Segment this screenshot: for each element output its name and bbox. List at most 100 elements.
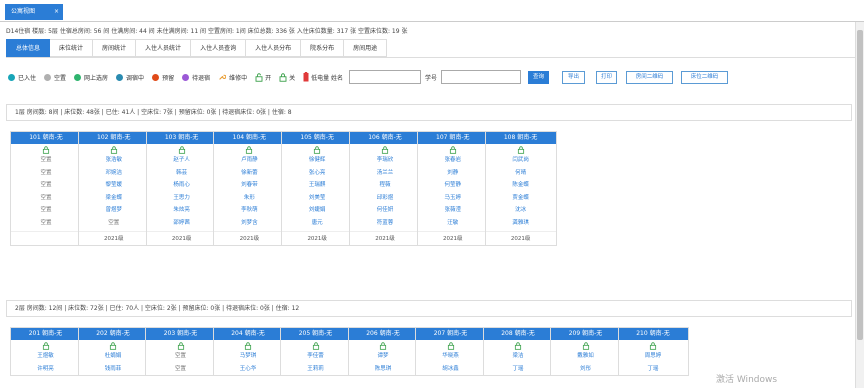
tab-room-usage[interactable]: 房间用途 — [344, 39, 388, 57]
bed-slot[interactable]: 杜娟娟 — [79, 350, 148, 363]
room-name[interactable]: 210 朝南-无 — [618, 328, 688, 340]
bed-slot[interactable]: 曾煜梦 — [79, 204, 149, 217]
room-name[interactable]: 202 朝南-无 — [78, 328, 148, 340]
tab-resident-distribution[interactable]: 入住人员分布 — [246, 39, 302, 57]
bed-slot[interactable]: 王煜敏 — [11, 350, 80, 363]
bed-slot[interactable]: 唐元 — [282, 217, 352, 230]
bed-slot[interactable]: 王心华 — [214, 363, 283, 376]
bed-slot[interactable]: 李秋萌 — [214, 204, 284, 217]
room-card[interactable]: 104 朝南-无 卢雨静 徐新蕾 刘春带 朱形 李秋萌 刘梦含 2021级 — [213, 131, 286, 246]
room-card[interactable]: 102 朝南-无 张浩敏 邓婉洁 黎莹媛 梁金蝶 曾煜梦 空置 2021级 — [77, 131, 150, 246]
room-name[interactable]: 107 朝南-无 — [417, 132, 488, 144]
tab-overview[interactable]: 总体信息 — [6, 39, 51, 57]
tab-apartment-view[interactable]: 公寓视图 × — [5, 4, 63, 20]
bed-slot[interactable]: 汪敏 — [418, 217, 488, 230]
bed-slot[interactable]: 空置 — [11, 154, 81, 167]
bed-slot[interactable]: 张心亮 — [282, 167, 352, 180]
room-card[interactable]: 210 朝南-无 周思婷 丁瑶 — [617, 327, 689, 376]
print-button[interactable]: 打印 — [596, 71, 617, 84]
bed-slot[interactable]: 梁洁 — [484, 350, 553, 363]
room-card[interactable]: 207 朝南-无 华晓燕 胡冰鑫 — [415, 327, 486, 376]
bed-qr-button[interactable]: 床位二维码 — [681, 71, 728, 84]
bed-slot[interactable]: 刘静 — [418, 167, 488, 180]
room-card[interactable]: 201 朝南-无 王煜敏 许明亮 — [10, 327, 81, 376]
bed-slot[interactable]: 王瑞麒 — [282, 179, 352, 192]
bed-slot[interactable]: 张春岩 — [418, 154, 488, 167]
bed-slot[interactable]: 周思婷 — [619, 350, 688, 363]
bed-slot[interactable]: 陈金蝶 — [486, 179, 556, 192]
bed-slot[interactable]: 谭梦 — [349, 350, 418, 363]
bed-slot[interactable]: 徐健辉 — [282, 154, 352, 167]
room-name[interactable]: 208 朝南-无 — [483, 328, 553, 340]
bed-slot[interactable]: 闫武岗 — [486, 154, 556, 167]
bed-slot[interactable]: 李瑞欣 — [350, 154, 420, 167]
bed-slot[interactable]: 空置 — [11, 204, 81, 217]
bed-slot[interactable]: 韩芸 — [147, 167, 217, 180]
bed-slot[interactable]: 杨雨心 — [147, 179, 217, 192]
student-id-input[interactable] — [441, 70, 521, 84]
vertical-scrollbar[interactable] — [855, 22, 864, 388]
bed-slot[interactable]: 邱彩煜 — [350, 192, 420, 205]
bed-slot[interactable]: 空置 — [146, 350, 215, 363]
room-name[interactable]: 103 朝南-无 — [146, 132, 217, 144]
tab-room-stats[interactable]: 房间统计 — [93, 39, 137, 57]
bed-slot[interactable]: 何莹静 — [418, 179, 488, 192]
bed-slot[interactable]: 丁瑶 — [619, 363, 688, 376]
query-button[interactable]: 查询 — [528, 71, 549, 84]
bed-slot[interactable]: 丁瑶 — [484, 363, 553, 376]
room-name[interactable]: 201 朝南-无 — [11, 328, 80, 340]
room-card[interactable]: 108 朝南-无 闫武岗 何晴 陈金蝶 贾金蝶 沈冰 龚雅琪 2021级 — [484, 131, 557, 246]
room-card[interactable]: 208 朝南-无 梁洁 丁瑶 — [482, 327, 554, 376]
bed-slot[interactable]: 赵子人 — [147, 154, 217, 167]
name-input[interactable] — [349, 70, 421, 84]
room-name[interactable]: 203 朝南-无 — [146, 328, 215, 340]
bed-slot[interactable]: 刘春带 — [214, 179, 284, 192]
bed-slot[interactable]: 胡冰鑫 — [416, 363, 485, 376]
bed-slot[interactable]: 空置 — [11, 179, 81, 192]
room-name[interactable]: 104 朝南-无 — [214, 132, 285, 144]
bed-slot[interactable]: 马梦琪 — [214, 350, 283, 363]
bed-slot[interactable]: 邓婉洁 — [79, 167, 149, 180]
room-card[interactable]: 103 朝南-无 赵子人 韩芸 杨雨心 王思力 朱炫亮 邵婷茜 2021级 — [145, 131, 218, 246]
room-card[interactable]: 107 朝南-无 张春岩 刘静 何莹静 马玉婷 张薇滢 汪敏 2021级 — [416, 131, 489, 246]
bed-slot[interactable]: 戴雅如 — [551, 350, 620, 363]
bed-slot[interactable]: 空置 — [146, 363, 215, 376]
bed-slot[interactable]: 刘梦含 — [214, 217, 284, 230]
bed-slot[interactable]: 何晴 — [486, 167, 556, 180]
bed-slot[interactable]: 沈冰 — [486, 204, 556, 217]
bed-slot[interactable]: 贾金蝶 — [486, 192, 556, 205]
room-name[interactable]: 108 朝南-无 — [485, 132, 556, 144]
bed-slot[interactable]: 李佳蕾 — [281, 350, 350, 363]
room-name[interactable]: 106 朝南-无 — [350, 132, 420, 144]
tab-department-distribution[interactable]: 院系分布 — [301, 39, 345, 57]
room-card[interactable]: 101 朝南-无 空置 空置 空置 空置 空置 空置 — [10, 131, 82, 246]
bed-slot[interactable]: 何佳妍 — [350, 204, 420, 217]
export-button[interactable]: 导出 — [562, 71, 585, 84]
bed-slot[interactable]: 陈思琪 — [349, 363, 418, 376]
scrollbar-thumb[interactable] — [857, 30, 863, 340]
bed-slot[interactable]: 王莉莉 — [281, 363, 350, 376]
tab-bed-stats[interactable]: 床位统计 — [50, 39, 94, 57]
bed-slot[interactable]: 龚雅琪 — [486, 217, 556, 230]
room-card[interactable]: 203 朝南-无 空置 空置 — [145, 327, 216, 376]
bed-slot[interactable]: 朱形 — [214, 192, 284, 205]
room-name[interactable]: 209 朝南-无 — [551, 328, 620, 340]
room-name[interactable]: 205 朝南-无 — [281, 328, 350, 340]
room-name[interactable]: 204 朝南-无 — [213, 328, 283, 340]
bed-slot[interactable]: 程薇 — [350, 179, 420, 192]
bed-slot[interactable]: 刘彤 — [551, 363, 620, 376]
room-qr-button[interactable]: 房间二维码 — [626, 71, 673, 84]
bed-slot[interactable]: 王思力 — [147, 192, 217, 205]
room-card[interactable]: 105 朝南-无 徐健辉 张心亮 王瑞麒 刘美莹 刘婕娟 唐元 2021级 — [281, 131, 354, 246]
close-icon[interactable]: × — [54, 4, 59, 20]
bed-slot[interactable]: 许明亮 — [11, 363, 80, 376]
room-card[interactable]: 209 朝南-无 戴雅如 刘彤 — [550, 327, 621, 376]
bed-slot[interactable]: 马玉婷 — [418, 192, 488, 205]
bed-slot[interactable]: 符蓝蓉 — [350, 217, 420, 230]
bed-slot[interactable]: 梁金蝶 — [79, 192, 149, 205]
room-name[interactable]: 102 朝南-无 — [78, 132, 149, 144]
bed-slot[interactable]: 黎莹媛 — [79, 179, 149, 192]
bed-slot[interactable]: 刘婕娟 — [282, 204, 352, 217]
bed-slot[interactable]: 空置 — [11, 217, 81, 230]
room-name[interactable]: 206 朝南-无 — [348, 328, 418, 340]
